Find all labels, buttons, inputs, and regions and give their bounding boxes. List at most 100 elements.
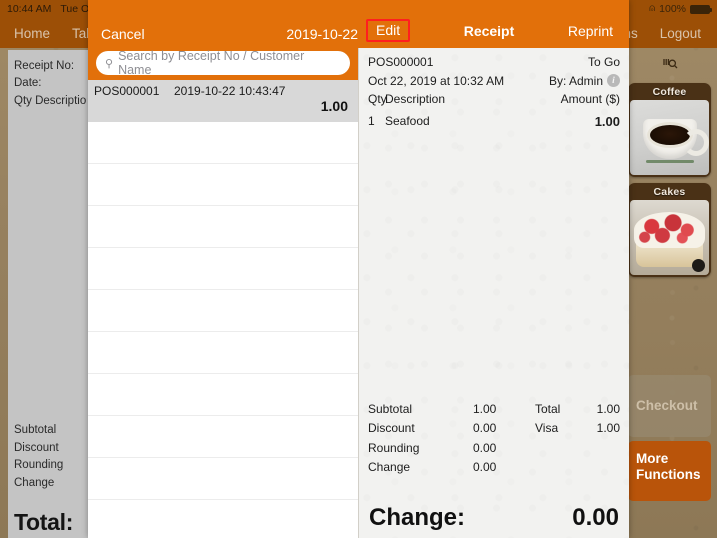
order-columns-header: Qty Descriptio <box>14 93 88 110</box>
totals-label-column-right: Total Visa <box>535 400 595 478</box>
detail-col-description: Description <box>385 92 446 107</box>
more-functions-button[interactable]: More Functions <box>628 441 711 501</box>
strawberry-cake-photo <box>630 200 709 275</box>
coffee-cup-shape <box>642 119 709 159</box>
list-item[interactable] <box>88 290 358 332</box>
qty-column-label: Qty <box>14 94 32 107</box>
nav-home[interactable]: Home <box>14 26 50 41</box>
receipt-list-rows: POS000001 2019-10-22 10:43:47 1.00 <box>88 80 358 500</box>
search-bar-container: ⚲ Search by Receipt No / Customer Name <box>88 48 358 80</box>
status-time: 10:44 AM <box>7 3 52 15</box>
receipt-list-pane: ⚲ Search by Receipt No / Customer Name P… <box>88 48 358 538</box>
checkout-button-label: Checkout <box>636 398 698 414</box>
totals-label-column-left: Subtotal Discount Rounding Change <box>368 400 473 478</box>
list-item[interactable] <box>88 374 358 416</box>
cake-strawberry-topping <box>634 212 705 248</box>
list-item[interactable] <box>88 206 358 248</box>
coffee-cup-photo <box>630 100 709 175</box>
detail-receipt-no: POS000001 <box>368 55 434 69</box>
detail-total-label: Total <box>535 402 561 416</box>
list-item[interactable] <box>88 332 358 374</box>
checkout-button[interactable]: Checkout <box>628 375 711 437</box>
list-item[interactable] <box>88 164 358 206</box>
edit-button[interactable]: Edit <box>366 19 411 42</box>
cancel-button[interactable]: Cancel <box>101 26 145 42</box>
receipt-modal-toolbar: Cancel 2019-10-22 Edit Receipt Reprint <box>88 0 629 48</box>
modal-date-label: 2019-10-22 <box>286 26 358 42</box>
cake-plate-knob <box>692 259 705 272</box>
detail-payment-label: Visa <box>535 421 559 436</box>
detail-rounding-label: Rounding <box>368 440 420 455</box>
search-icon: ⚲ <box>105 57 114 70</box>
order-summary-panel: Receipt No: Date: Qty Descriptio Subtota… <box>8 50 88 538</box>
receipt-row-amount: 1.00 <box>320 98 348 114</box>
info-circle-icon[interactable]: i <box>607 74 620 88</box>
receipt-detail-columns: Qty Description Amount ($) <box>368 90 620 109</box>
receipt-change-row: Change: 0.00 <box>359 504 629 532</box>
category-title-cakes: Cakes <box>653 186 686 198</box>
line-item-qty: 1 <box>368 113 375 128</box>
discount-label: Discount <box>14 441 59 454</box>
list-item[interactable] <box>88 122 358 164</box>
receipt-detail-row-number: POS000001 To Go <box>368 53 620 72</box>
order-total-label: Total: <box>14 509 74 535</box>
detail-payment-value: 1.00 <box>596 421 620 436</box>
receipt-detail-row-datetime: Oct 22, 2019 at 10:32 AM By: Admin i <box>368 72 620 91</box>
detail-change-value: 0.00 <box>473 460 497 475</box>
receipt-row-datetime: 2019-10-22 10:43:47 <box>174 84 286 98</box>
change-big-value: 0.00 <box>572 504 619 531</box>
date-label: Date: <box>14 77 42 90</box>
change-label: Change <box>14 476 55 489</box>
receipt-row-number: POS000001 <box>94 84 160 98</box>
detail-datetime: Oct 22, 2019 at 10:32 AM <box>368 73 505 88</box>
line-item-amount: 1.00 <box>594 113 620 129</box>
rounding-label: Rounding <box>14 459 64 472</box>
reprint-button[interactable]: Reprint <box>568 23 613 39</box>
description-column-label: Descriptio <box>35 94 87 107</box>
receipt-modal-title: Receipt <box>463 22 515 39</box>
search-input-wrapper[interactable]: ⚲ Search by Receipt No / Customer Name <box>96 49 350 77</box>
status-bar-right: ⍝ 100% <box>649 3 717 15</box>
detail-discount-label: Discount <box>368 421 415 436</box>
search-input[interactable]: Search by Receipt No / Customer Name <box>118 49 341 77</box>
category-card-coffee[interactable]: Coffee <box>628 83 711 177</box>
detail-order-type: To Go <box>587 55 620 69</box>
pos-app-screen: 10:44 AM Tue Oct 22 ⍝ 100% Home Table io… <box>0 0 717 538</box>
receipt-modal: Cancel 2019-10-22 Edit Receipt Reprint ⚲… <box>88 0 629 538</box>
battery-full-icon <box>690 4 712 14</box>
list-item[interactable] <box>88 416 358 458</box>
change-big-label: Change: <box>369 504 465 531</box>
list-item[interactable] <box>88 248 358 290</box>
battery-percent: 100% <box>659 3 686 15</box>
line-item-description: Seafood <box>385 113 430 128</box>
receipt-row-line: POS000001 2019-10-22 10:43:47 <box>94 84 348 98</box>
modal-toolbar-right: Edit Receipt Reprint <box>358 19 629 42</box>
detail-col-qty: Qty <box>368 92 387 107</box>
detail-col-amount: Amount ($) <box>560 92 620 107</box>
detail-rounding-value: 0.00 <box>473 440 497 455</box>
more-functions-label-line1: More <box>636 451 669 466</box>
list-item[interactable] <box>88 458 358 500</box>
detail-change-label: Change <box>368 460 411 475</box>
subtotal-label: Subtotal <box>14 424 57 437</box>
product-sidebar: Coffee Cakes Checkout More Functions <box>622 48 717 538</box>
detail-discount-value: 0.00 <box>473 421 497 436</box>
order-summary-header: Receipt No: Date: Qty Descriptio <box>8 50 88 110</box>
detail-cashier: By: Admin <box>548 73 603 88</box>
table-row[interactable]: POS000001 2019-10-22 10:43:47 1.00 <box>88 80 358 122</box>
nav-logout[interactable]: Logout <box>660 26 701 41</box>
totals-value-column-left: 1.00 0.00 0.00 0.00 <box>473 400 535 478</box>
order-summary-totals: Subtotal Discount Rounding Change <box>14 422 63 492</box>
detail-total-value: 1.00 <box>596 402 620 416</box>
cup-rim-stripe <box>645 160 694 163</box>
detail-subtotal-value: 1.00 <box>473 402 497 416</box>
category-card-cakes[interactable]: Cakes <box>628 183 711 277</box>
receipt-line-item: 1 Seafood 1.00 <box>368 112 620 132</box>
filter-search-icon[interactable] <box>662 56 678 72</box>
detail-subtotal-label: Subtotal <box>368 402 413 416</box>
receipt-detail-pane: POS000001 To Go Oct 22, 2019 at 10:32 AM… <box>358 48 629 538</box>
totals-value-column-right: 1.00 1.00 <box>595 400 620 478</box>
receipt-detail-totals: Subtotal Discount Rounding Change 1.00 0… <box>359 400 629 478</box>
sidebar-tools <box>622 48 717 80</box>
wifi-icon: ⍝ <box>649 3 656 14</box>
